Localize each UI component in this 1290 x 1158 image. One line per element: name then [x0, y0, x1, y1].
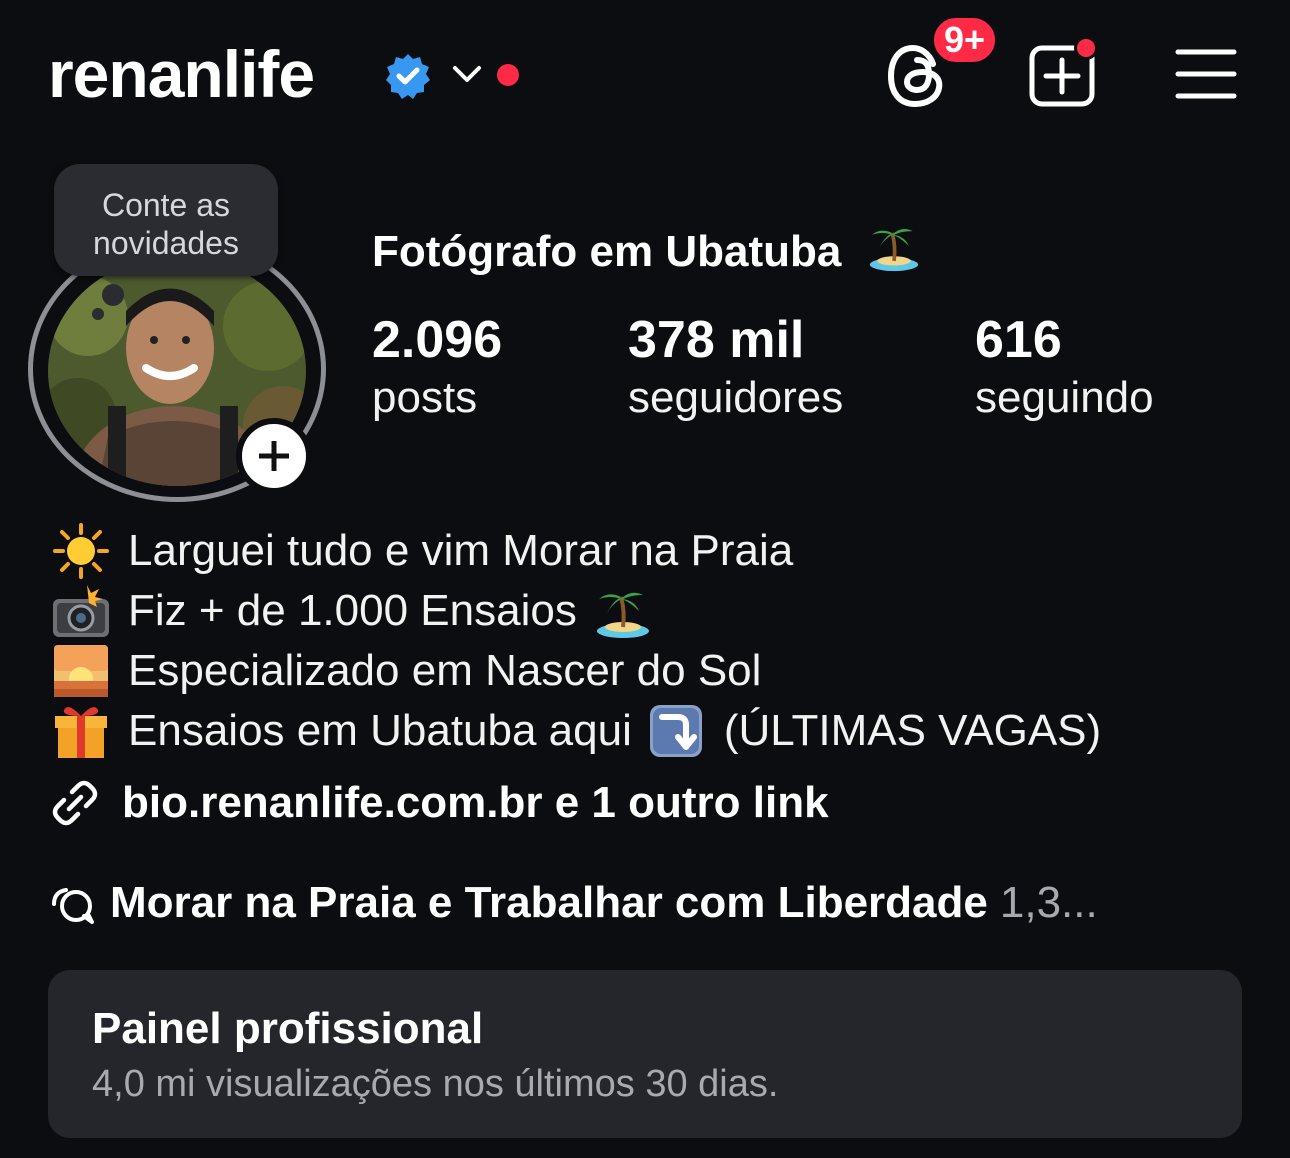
- bio-text-4b: (ÚLTIMAS VAGAS): [723, 706, 1102, 755]
- bio-line-4: Ensaios em Ubatuba aqui (ÚLTIMAS VAGAS): [50, 702, 1101, 760]
- arrow-down-right-emoji: [649, 705, 702, 757]
- camera-flash-emoji: [50, 582, 112, 640]
- profile-username[interactable]: renanlife: [48, 36, 315, 112]
- sunrise-emoji: [50, 642, 112, 700]
- bio-line-1: Larguei tudo e vim Morar na Praia: [50, 522, 793, 580]
- add-story-button[interactable]: [236, 418, 312, 494]
- bio-text-2: Fiz + de 1.000 Ensaios: [128, 586, 577, 635]
- island-emoji: [596, 592, 649, 638]
- verified-badge-icon: [386, 54, 430, 99]
- professional-dashboard[interactable]: Painel profissional 4,0 mi visualizações…: [48, 970, 1242, 1138]
- display-name-text: Fotógrafo em Ubatuba: [372, 227, 842, 276]
- posts-count: 2.096: [372, 311, 503, 369]
- bio-text-1: Larguei tudo e vim Morar na Praia: [128, 526, 794, 575]
- note-text-line2: novidades: [93, 225, 239, 261]
- bio-line-3: Especializado em Nascer do Sol: [50, 642, 761, 700]
- broadcast-channel-icon: [52, 888, 94, 924]
- bio-line-2: Fiz + de 1.000 Ensaios: [50, 582, 661, 640]
- following-label: seguindo: [975, 373, 1154, 422]
- followers-count: 378 mil: [628, 311, 805, 369]
- note-tail-small: [92, 308, 104, 320]
- bio-link-text: bio.renanlife.com.br e 1 outro link: [122, 778, 829, 827]
- chevron-down-icon[interactable]: [451, 62, 483, 86]
- broadcast-channel-link[interactable]: Morar na Praia e Trabalhar com Liberdade…: [50, 878, 1098, 928]
- following-count: 616: [975, 311, 1062, 369]
- account-notification-dot: [497, 64, 519, 86]
- note-text-line1: Conte as: [101, 187, 231, 223]
- channel-name: Morar na Praia e Trabalhar com Liberdade: [110, 878, 988, 927]
- channel-member-count: 1,3...: [999, 878, 1098, 927]
- threads-notification-badge: 9+: [930, 14, 1000, 66]
- professional-dashboard-title: Painel profissional: [92, 1004, 484, 1053]
- create-notification-dot: [1074, 36, 1098, 60]
- posts-label: posts: [372, 373, 478, 422]
- note-tail: [102, 284, 124, 306]
- gift-emoji: [50, 702, 112, 760]
- profile-display-name: Fotógrafo em Ubatuba: [372, 220, 930, 277]
- link-icon: [52, 780, 98, 826]
- stat-followers[interactable]: 378 mil seguidores: [628, 310, 843, 426]
- bio-text-3: Especializado em Nascer do Sol: [128, 646, 762, 695]
- stat-following[interactable]: 616 seguindo: [975, 310, 1154, 426]
- followers-label: seguidores: [628, 373, 844, 422]
- bio-text-4a: Ensaios em Ubatuba aqui: [128, 706, 632, 755]
- sun-emoji: [50, 522, 112, 580]
- stat-posts[interactable]: 2.096 posts: [372, 310, 502, 426]
- professional-dashboard-subtitle: 4,0 mi visualizações nos últimos 30 dias…: [92, 1063, 779, 1105]
- bio-link[interactable]: bio.renanlife.com.br e 1 outro link: [50, 778, 829, 828]
- island-emoji: [869, 229, 918, 272]
- menu-icon[interactable]: [1175, 48, 1237, 100]
- note-bubble[interactable]: Conte as novidades: [54, 164, 278, 276]
